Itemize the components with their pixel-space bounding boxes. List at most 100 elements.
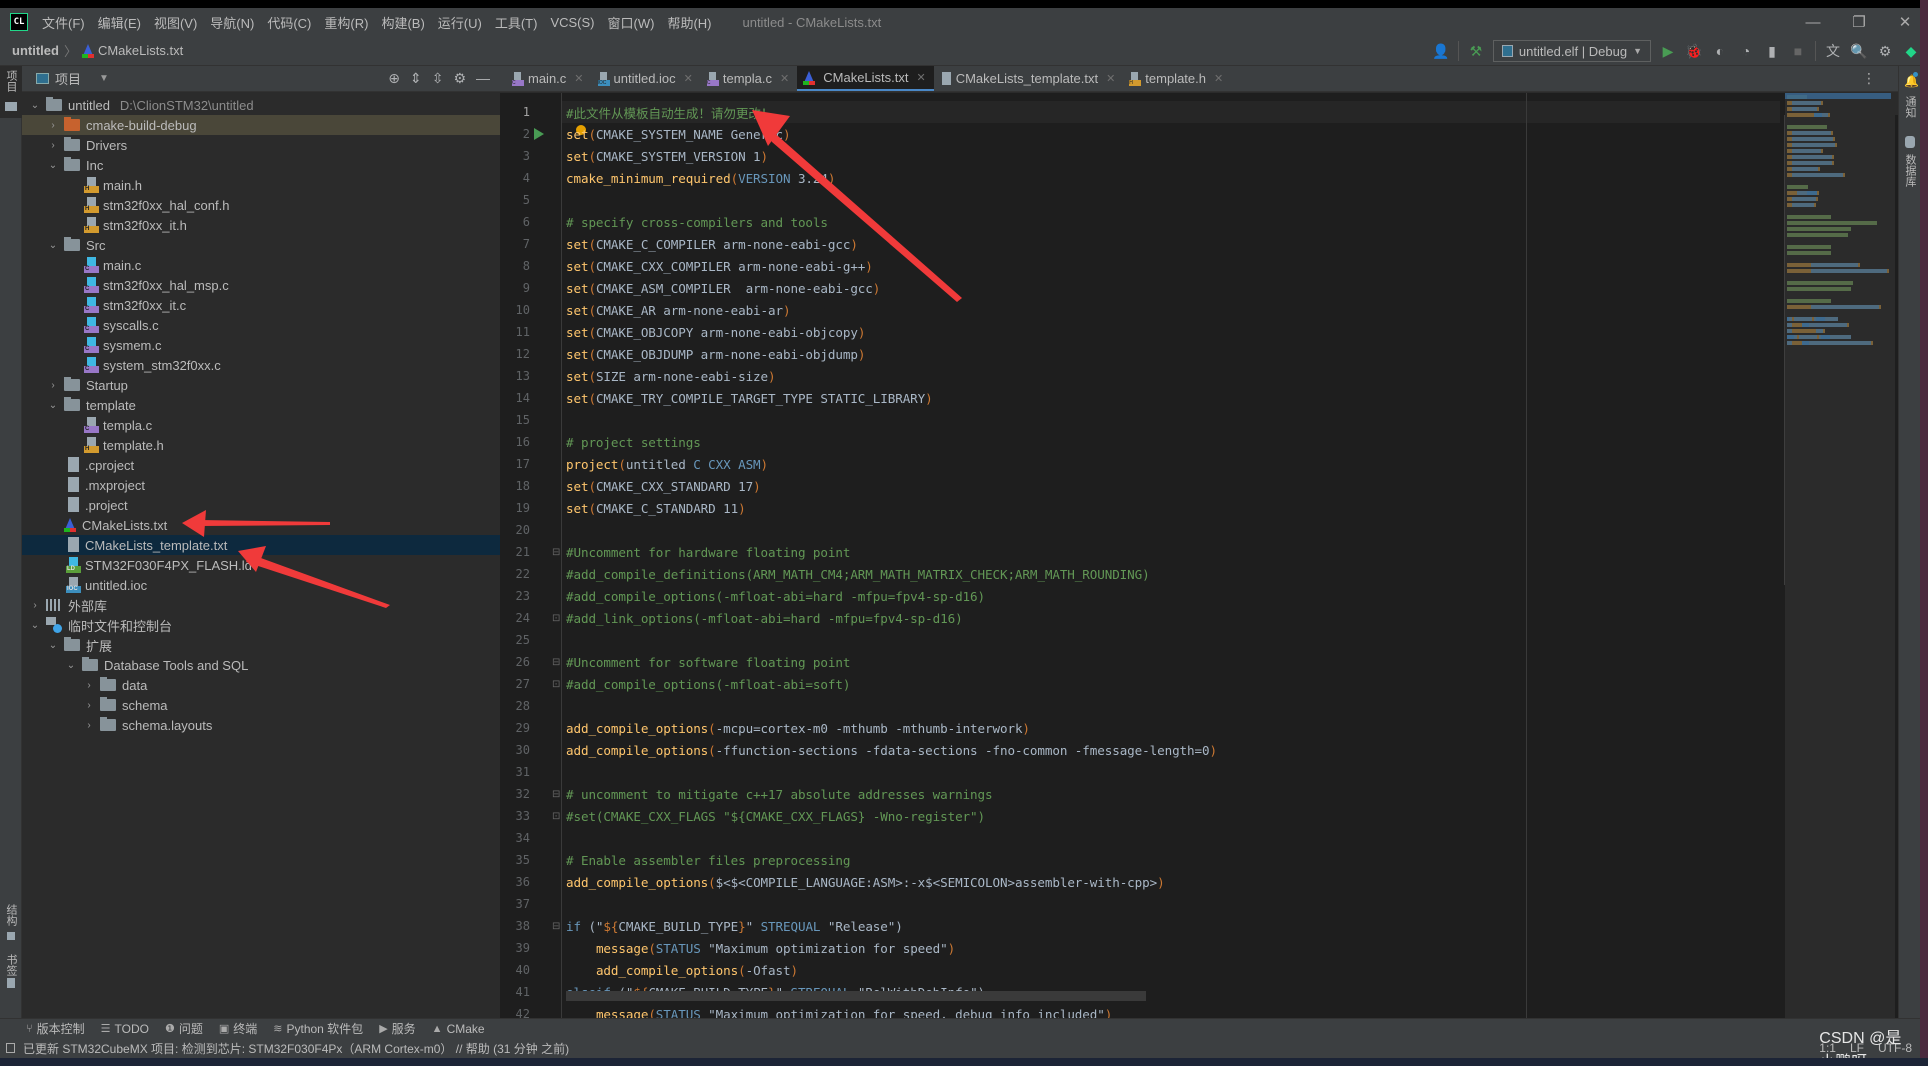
menu-tools[interactable]: 工具(T) bbox=[495, 13, 538, 32]
editor-tab[interactable]: CMakeLists.txt ✕ bbox=[797, 66, 934, 91]
line-number[interactable]: 13 bbox=[500, 369, 530, 383]
line-number[interactable]: 3 bbox=[500, 149, 530, 163]
tool-window-button[interactable]: ▣ 终端 bbox=[219, 1020, 257, 1037]
tree-item[interactable]: › schema.layouts bbox=[22, 715, 500, 735]
line-number[interactable]: 32 bbox=[500, 787, 530, 801]
editor-tab[interactable]: Cmain.c ✕ bbox=[506, 66, 592, 91]
horizontal-scrollbar[interactable] bbox=[566, 991, 1146, 1001]
breadcrumb-root[interactable]: untitled bbox=[12, 43, 59, 58]
chevron-down-icon[interactable]: ⌄ bbox=[64, 660, 78, 671]
stripe-label-database[interactable]: 数据库 bbox=[1902, 154, 1918, 187]
minimize-button[interactable]: — bbox=[1790, 8, 1836, 36]
line-number[interactable]: 24 bbox=[500, 611, 530, 625]
tree-item[interactable]: ⌄ template bbox=[22, 395, 500, 415]
line-number[interactable]: 31 bbox=[500, 765, 530, 779]
line-number[interactable]: 23 bbox=[500, 589, 530, 603]
tree-item[interactable]: › 外部库 bbox=[22, 595, 500, 615]
tree-item[interactable]: ›Hmain.h bbox=[22, 175, 500, 195]
tree-item[interactable]: ›IOCuntitled.ioc bbox=[22, 575, 500, 595]
line-number[interactable]: 19 bbox=[500, 501, 530, 515]
menu-run[interactable]: 运行(U) bbox=[438, 13, 482, 32]
line-number[interactable]: 5 bbox=[500, 193, 530, 207]
restore-button[interactable]: ❐ bbox=[1836, 8, 1882, 36]
tree-item[interactable]: ›Hstm32f0xx_it.h bbox=[22, 215, 500, 235]
line-number[interactable]: 20 bbox=[500, 523, 530, 537]
stripe-label-structure[interactable]: 结构 bbox=[3, 904, 19, 926]
line-number[interactable]: 9 bbox=[500, 281, 530, 295]
menu-view[interactable]: 视图(V) bbox=[154, 13, 197, 32]
editor-tab[interactable]: Htemplate.h ✕ bbox=[1123, 66, 1231, 91]
editor-tab[interactable]: IOC untitled.ioc ✕ bbox=[592, 66, 701, 91]
close-tab-icon[interactable]: ✕ bbox=[1214, 72, 1223, 85]
jetbrains-icon[interactable]: ◆ bbox=[1902, 42, 1920, 60]
chevron-right-icon[interactable]: › bbox=[28, 600, 42, 611]
chevron-down-icon[interactable]: ▼ bbox=[99, 73, 109, 84]
line-number[interactable]: 21 bbox=[500, 545, 530, 559]
menu-navigate[interactable]: 导航(N) bbox=[210, 13, 254, 32]
tree-item[interactable]: ›Cstm32f0xx_hal_msp.c bbox=[22, 275, 500, 295]
tree-item[interactable]: ⌄ Src bbox=[22, 235, 500, 255]
tool-window-button[interactable]: ☰ TODO bbox=[101, 1022, 149, 1036]
tree-item[interactable]: › cmake-build-debug bbox=[22, 115, 500, 135]
tree-item[interactable]: ⌄ Inc bbox=[22, 155, 500, 175]
close-tab-icon[interactable]: ✕ bbox=[780, 72, 789, 85]
tree-item[interactable]: ›Cstm32f0xx_it.c bbox=[22, 295, 500, 315]
fold-end-icon[interactable]: ⊡ bbox=[552, 811, 560, 822]
chevron-right-icon[interactable]: › bbox=[82, 680, 96, 691]
tool-window-button[interactable]: ⑂ 版本控制 bbox=[26, 1020, 85, 1037]
tree-item[interactable]: ⌄ Database Tools and SQL bbox=[22, 655, 500, 675]
line-number[interactable]: 39 bbox=[500, 941, 530, 955]
line-number[interactable]: 10 bbox=[500, 303, 530, 317]
line-number[interactable]: 28 bbox=[500, 699, 530, 713]
locate-file-icon[interactable]: ⊕ bbox=[388, 70, 400, 87]
line-number[interactable]: 41 bbox=[500, 985, 530, 999]
debug-icon[interactable]: 🐞 bbox=[1685, 42, 1703, 60]
chevron-down-icon[interactable]: ⌄ bbox=[46, 240, 60, 251]
line-number[interactable]: 8 bbox=[500, 259, 530, 273]
line-number[interactable]: 38 bbox=[500, 919, 530, 933]
chevron-down-icon[interactable]: ⌄ bbox=[28, 620, 42, 631]
tree-item[interactable]: ›Csystem_stm32f0xx.c bbox=[22, 355, 500, 375]
project-panel-title[interactable]: 项目 bbox=[55, 69, 81, 88]
chevron-right-icon[interactable]: › bbox=[46, 140, 60, 151]
tool-window-button[interactable]: ▶ 服务 bbox=[379, 1020, 415, 1037]
panel-settings-icon[interactable]: ⚙ bbox=[453, 70, 466, 87]
hide-panel-icon[interactable]: — bbox=[476, 70, 490, 87]
tree-item[interactable]: ›Ctempla.c bbox=[22, 415, 500, 435]
line-number[interactable]: 26 bbox=[500, 655, 530, 669]
tool-window-button[interactable]: ▲ CMake bbox=[432, 1022, 485, 1036]
fold-end-icon[interactable]: ⊡ bbox=[552, 613, 560, 624]
line-number[interactable]: 6 bbox=[500, 215, 530, 229]
line-number[interactable]: 40 bbox=[500, 963, 530, 977]
line-number[interactable]: 22 bbox=[500, 567, 530, 581]
attach-icon[interactable]: ▮ bbox=[1763, 42, 1781, 60]
tree-item[interactable]: ›Csysmem.c bbox=[22, 335, 500, 355]
line-number[interactable]: 4 bbox=[500, 171, 530, 185]
line-number[interactable]: 37 bbox=[500, 897, 530, 911]
tree-item[interactable]: › Startup bbox=[22, 375, 500, 395]
tree-item[interactable]: ›CMakeLists_template.txt bbox=[22, 535, 500, 555]
code-minimap[interactable] bbox=[1785, 93, 1895, 1018]
line-number[interactable]: 36 bbox=[500, 875, 530, 889]
line-number[interactable]: 1 bbox=[500, 105, 530, 119]
fold-start-icon[interactable]: ⊟ bbox=[552, 657, 560, 668]
user-icon[interactable]: 👤 bbox=[1432, 42, 1450, 60]
chevron-right-icon[interactable]: › bbox=[46, 120, 60, 131]
menu-refactor[interactable]: 重构(R) bbox=[324, 13, 368, 32]
fold-start-icon[interactable]: ⊟ bbox=[552, 789, 560, 800]
line-number[interactable]: 7 bbox=[500, 237, 530, 251]
tree-item[interactable]: ›LDSTM32F030F4PX_FLASH.ld bbox=[22, 555, 500, 575]
code-editor[interactable]: 1 #此文件从模板自动生成！请勿更改！ 2 set(CMAKE_SYSTEM_NAME… bbox=[500, 93, 1898, 1018]
run-icon[interactable]: ▶ bbox=[1659, 42, 1677, 60]
menu-code[interactable]: 代码(C) bbox=[267, 13, 311, 32]
line-number[interactable]: 18 bbox=[500, 479, 530, 493]
menu-window[interactable]: 窗口(W) bbox=[608, 13, 655, 32]
expand-all-icon[interactable]: ⇕ bbox=[410, 70, 422, 87]
chevron-down-icon[interactable]: ⌄ bbox=[46, 640, 60, 651]
run-gutter-icon[interactable] bbox=[534, 128, 544, 140]
tree-item[interactable]: ⌄ 扩展 bbox=[22, 635, 500, 655]
tree-item[interactable]: ›Csyscalls.c bbox=[22, 315, 500, 335]
run-configuration-select[interactable]: untitled.elf | Debug ▼ bbox=[1492, 40, 1651, 62]
chevron-right-icon[interactable]: › bbox=[82, 720, 96, 731]
line-number[interactable]: 25 bbox=[500, 633, 530, 647]
